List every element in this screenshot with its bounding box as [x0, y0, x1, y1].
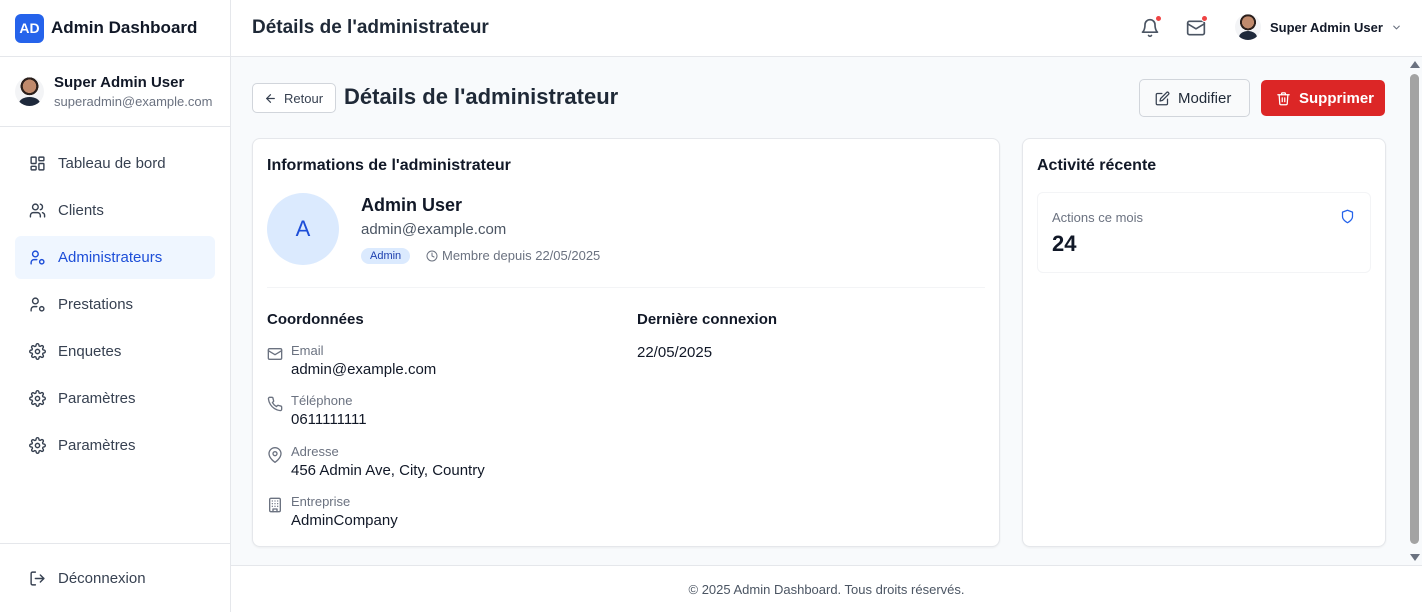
- member-since-label: Membre depuis 22/05/2025: [442, 248, 601, 263]
- users-icon: [29, 203, 46, 218]
- card-title: Informations de l'administrateur: [267, 157, 511, 174]
- gear-icon: [29, 390, 46, 407]
- chevron-down-icon: [1393, 25, 1400, 29]
- message-dot: [1201, 15, 1208, 22]
- logout-icon: [30, 570, 45, 586]
- divider: [267, 287, 985, 288]
- building-icon: [269, 497, 281, 513]
- clock-icon: [426, 250, 438, 261]
- sidebar-item-label: Paramètres: [58, 390, 136, 407]
- field-label: Téléphone: [291, 393, 353, 408]
- logout-button[interactable]: Déconnexion: [0, 543, 230, 612]
- back-label: Retour: [284, 90, 324, 106]
- sidebar-item-parametres[interactable]: Paramètres: [15, 377, 215, 420]
- field-value: admin@example.com: [291, 361, 437, 378]
- trash-icon: [1277, 91, 1290, 105]
- field-label: Email: [291, 343, 324, 358]
- edit-label: Modifier: [1178, 89, 1232, 107]
- user-cog-icon: [30, 250, 45, 265]
- field-value: 456 Admin Ave, City, Country: [291, 462, 485, 479]
- field-label: Adresse: [291, 444, 339, 459]
- sidebar-item-label: Paramètres: [58, 437, 136, 454]
- profile-email: superadmin@example.com: [54, 94, 213, 109]
- notifications-button[interactable]: [1140, 15, 1162, 38]
- avatar: [15, 77, 44, 106]
- scroll-down-arrow[interactable]: [1410, 554, 1420, 561]
- map-pin-icon: [268, 447, 282, 463]
- brand[interactable]: AD Admin Dashboard: [0, 0, 230, 57]
- sidebar-item-enquetes[interactable]: Enquetes: [15, 330, 215, 373]
- edit-icon: [1155, 91, 1170, 105]
- gear-icon: [29, 343, 46, 360]
- mail-icon: [267, 348, 283, 360]
- activity-card: Activité récente Actions ce mois 24: [1022, 138, 1386, 547]
- card-title: Activité récente: [1037, 157, 1157, 174]
- last-login-value: 22/05/2025: [637, 344, 713, 361]
- user-cog-icon: [30, 297, 45, 312]
- role-badge: Admin: [361, 248, 411, 264]
- sidebar-item-label: Clients: [58, 202, 104, 219]
- dashboard-grid-icon: [30, 156, 45, 171]
- brand-logo: AD: [15, 13, 44, 43]
- scroll-thumb[interactable]: [1410, 74, 1419, 544]
- sidebar-item-administrateurs[interactable]: Administrateurs: [15, 236, 215, 279]
- member-since: Membre depuis 22/05/2025: [426, 248, 600, 263]
- admin-email: admin@example.com: [361, 221, 507, 238]
- scroll-up-arrow[interactable]: [1410, 61, 1420, 68]
- messages-button[interactable]: [1186, 15, 1208, 38]
- sidebar-nav: Tableau de bord Clients Administrateurs …: [0, 127, 230, 467]
- field-email: Email admin@example.com: [267, 343, 436, 378]
- field-company: Entreprise AdminCompany: [267, 494, 398, 529]
- logout-label: Déconnexion: [58, 569, 146, 587]
- sidebar-profile: Super Admin User superadmin@example.com: [0, 57, 230, 127]
- phone-icon: [267, 396, 283, 412]
- admin-info-card: Informations de l'administrateur A Admin…: [252, 138, 1000, 547]
- field-address: Adresse 456 Admin Ave, City, Country: [267, 444, 485, 479]
- header-user-name: Super Admin User: [1270, 19, 1383, 35]
- stat-value: 24: [1052, 231, 1077, 256]
- admin-avatar: A: [267, 193, 339, 265]
- back-button[interactable]: Retour: [252, 83, 336, 113]
- main-content: Retour Détails de l'administrateur Modif…: [231, 57, 1407, 565]
- delete-button[interactable]: Supprimer: [1261, 80, 1385, 116]
- admin-name: Admin User: [361, 195, 463, 215]
- sidebar-item-label: Prestations: [58, 296, 134, 313]
- sidebar-item-clients[interactable]: Clients: [15, 189, 215, 232]
- stat-box: Actions ce mois 24: [1037, 192, 1371, 273]
- stat-label: Actions ce mois: [1052, 210, 1144, 225]
- field-value: 0611111111: [291, 411, 367, 428]
- field-label: Entreprise: [291, 494, 351, 509]
- field-phone: Téléphone 0611111111: [267, 393, 367, 428]
- arrow-left-icon: [266, 93, 275, 103]
- profile-name: Super Admin User: [54, 74, 185, 91]
- gear-icon: [29, 437, 46, 454]
- sidebar-item-label: Administrateurs: [58, 249, 163, 266]
- sidebar: AD Admin Dashboard Super Admin User supe…: [0, 0, 231, 612]
- avatar: [1235, 14, 1261, 40]
- field-value: AdminCompany: [291, 512, 398, 529]
- user-menu[interactable]: Super Admin User: [1235, 14, 1402, 40]
- scrollbar[interactable]: [1407, 57, 1422, 565]
- footer-text: © 2025 Admin Dashboard. Tous droits rése…: [688, 581, 965, 597]
- sidebar-item-dashboard[interactable]: Tableau de bord: [15, 142, 215, 185]
- last-login-title: Dernière connexion: [637, 311, 778, 328]
- contact-section-title: Coordonnées: [267, 311, 364, 328]
- footer: © 2025 Admin Dashboard. Tous droits rése…: [231, 565, 1422, 612]
- sidebar-item-parametres-2[interactable]: Paramètres: [15, 424, 215, 467]
- sidebar-item-label: Tableau de bord: [58, 155, 166, 172]
- shield-icon: [1341, 209, 1354, 224]
- brand-name: Admin Dashboard: [51, 18, 198, 37]
- notification-dot: [1155, 15, 1162, 22]
- page-title: Détails de l'administrateur: [344, 84, 619, 109]
- sidebar-item-label: Enquetes: [58, 343, 122, 360]
- delete-label: Supprimer: [1299, 89, 1375, 107]
- edit-button[interactable]: Modifier: [1139, 79, 1250, 117]
- sidebar-item-prestations[interactable]: Prestations: [15, 283, 215, 326]
- header-title: Détails de l'administrateur: [252, 17, 489, 38]
